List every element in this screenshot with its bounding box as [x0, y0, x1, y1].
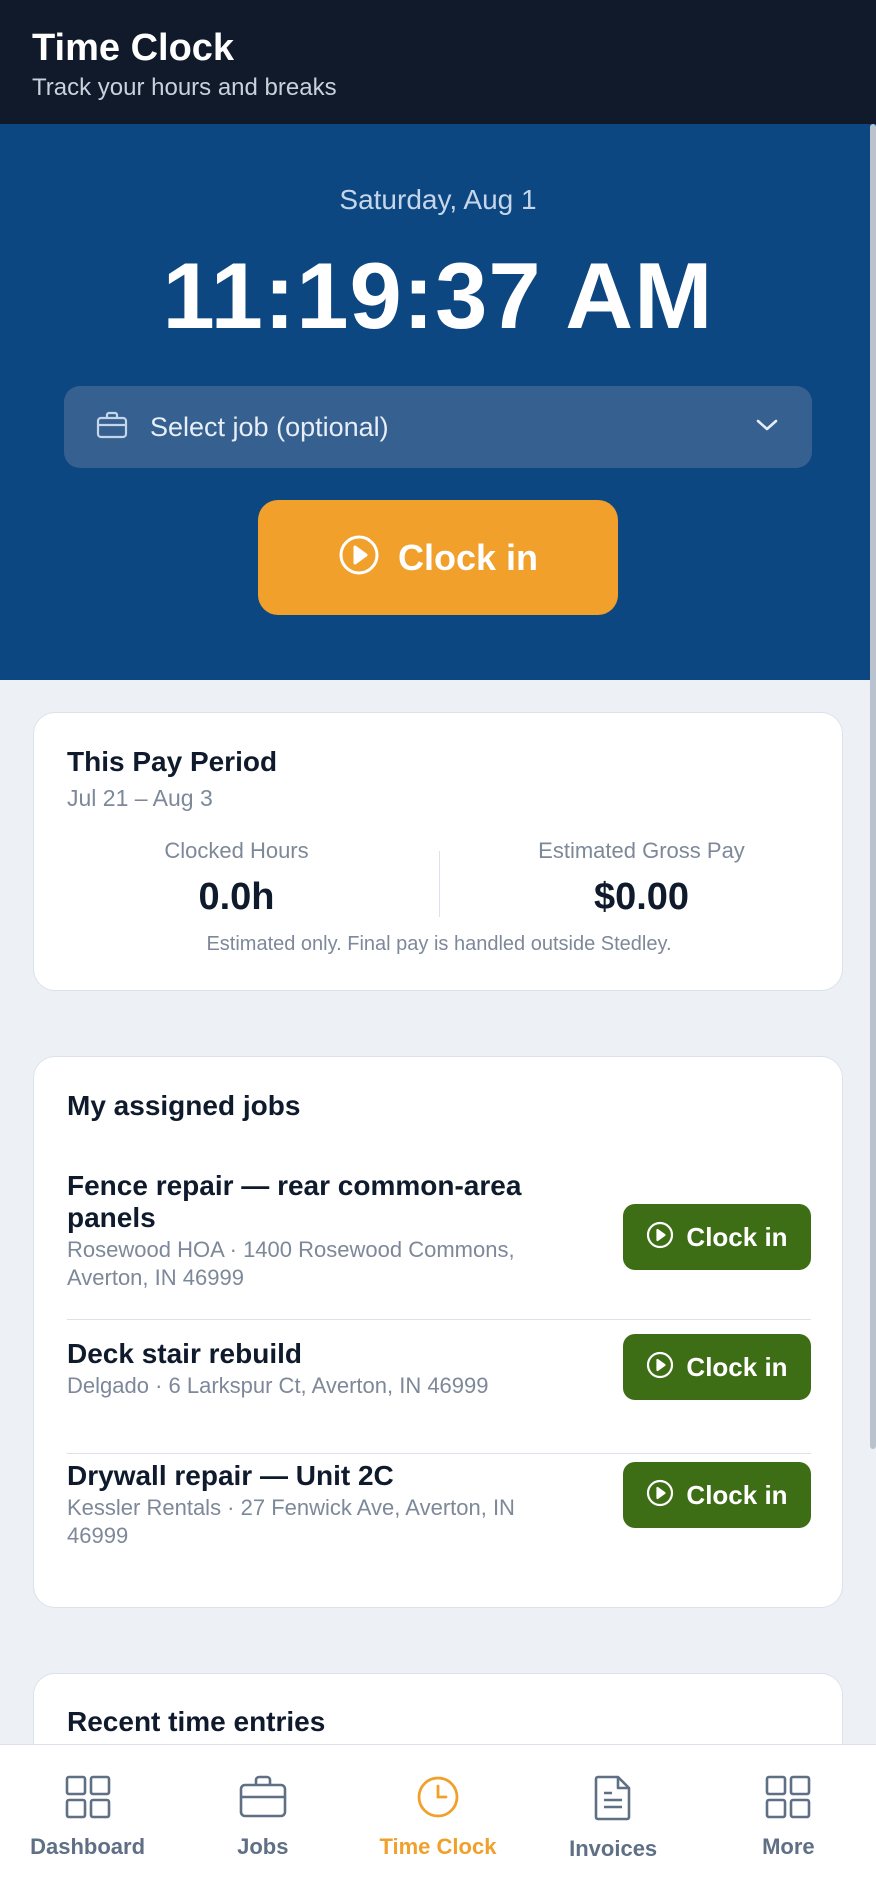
job-clock-in-button[interactable]: Clock in	[623, 1462, 811, 1528]
play-circle-icon	[646, 1479, 674, 1512]
nav-item-jobs[interactable]: Jobs	[175, 1745, 350, 1888]
current-date: Saturday, Aug 1	[339, 184, 537, 215]
job-title: Deck stair rebuild	[67, 1338, 302, 1369]
pay-period-title: This Pay Period	[67, 746, 278, 777]
pay-period-range: Jul 21 – Aug 3	[67, 785, 213, 811]
clock-in-button[interactable]: Clock in	[258, 500, 618, 615]
pay-disclaimer: Estimated only. Final pay is handled out…	[206, 933, 672, 955]
nav-item-more[interactable]: More	[701, 1745, 876, 1888]
job-title: Drywall repair — Unit 2C	[67, 1460, 394, 1491]
pay-stats: Clocked Hours 0.0h Estimated Gross Pay $…	[34, 837, 844, 923]
grid-icon	[765, 1775, 811, 1824]
job-clock-in-label: Clock in	[686, 1221, 788, 1252]
page-scrollbar[interactable]	[870, 124, 876, 1449]
grid-icon	[65, 1775, 111, 1824]
clock-icon	[416, 1775, 460, 1824]
app-header: Time Clock Track your hours and breaks	[0, 0, 876, 124]
play-circle-icon	[338, 534, 380, 581]
nav-item-invoices[interactable]: Invoices	[526, 1745, 701, 1888]
nav-label: Invoices	[569, 1836, 658, 1861]
clocked-hours-label: Clocked Hours	[164, 838, 309, 863]
chevron-down-icon	[754, 417, 780, 438]
page-subtitle: Track your hours and breaks	[32, 74, 337, 101]
assigned-jobs-title: My assigned jobs	[67, 1090, 301, 1121]
current-time: 11:19:37 AM	[162, 243, 714, 348]
play-circle-icon	[646, 1351, 674, 1384]
page-title: Time Clock	[32, 27, 235, 69]
nav-label: Jobs	[237, 1834, 289, 1859]
pay-period-card: This Pay Period Jul 21 – Aug 3 Clocked H…	[33, 712, 843, 991]
clocked-hours-stat: Clocked Hours 0.0h	[34, 837, 439, 923]
gross-pay-value: $0.00	[593, 876, 690, 918]
job-address: Kessler Rentals · 27 Fenwick Ave, Averto…	[67, 1495, 515, 1548]
job-row: Fence repair — rear common-area panels R…	[67, 1170, 811, 1320]
job-address: Delgado · 6 Larkspur Ct, Averton, IN 469…	[67, 1373, 489, 1398]
clock-in-label: Clock in	[397, 536, 539, 578]
job-clock-in-button[interactable]: Clock in	[623, 1204, 811, 1270]
briefcase-icon	[96, 411, 128, 444]
job-select-label: Select job (optional)	[150, 411, 389, 442]
briefcase-icon	[239, 1775, 287, 1824]
bottom-nav: Dashboard Jobs Time Clock Invoices More	[0, 1744, 876, 1888]
document-icon	[594, 1775, 632, 1826]
stat-divider	[439, 851, 440, 917]
nav-label: Time Clock	[379, 1834, 497, 1859]
recent-entries-title: Recent time entries	[67, 1706, 326, 1737]
job-row: Drywall repair — Unit 2C Kessler Rentals…	[67, 1460, 811, 1570]
job-clock-in-label: Clock in	[686, 1351, 788, 1382]
gross-pay-stat: Estimated Gross Pay $0.00	[439, 837, 844, 923]
nav-label: More	[762, 1834, 815, 1859]
job-row: Deck stair rebuild Delgado · 6 Larkspur …	[67, 1334, 811, 1454]
nav-item-dashboard[interactable]: Dashboard	[0, 1745, 175, 1888]
clocked-hours-value: 0.0h	[198, 876, 275, 918]
job-title: Fence repair — rear common-area panels	[67, 1170, 522, 1233]
job-clock-in-label: Clock in	[686, 1479, 788, 1510]
gross-pay-label: Estimated Gross Pay	[538, 838, 745, 863]
clock-hero: Saturday, Aug 1 11:19:37 AM Select job (…	[0, 124, 876, 680]
play-circle-icon	[646, 1221, 674, 1254]
nav-item-time-clock[interactable]: Time Clock	[350, 1745, 525, 1888]
job-clock-in-button[interactable]: Clock in	[623, 1334, 811, 1400]
nav-label: Dashboard	[30, 1834, 146, 1859]
job-select-dropdown[interactable]: Select job (optional)	[64, 386, 812, 468]
job-address: Rosewood HOA · 1400 Rosewood Commons, Av…	[67, 1237, 515, 1290]
assigned-jobs-card: My assigned jobs Fence repair — rear com…	[33, 1056, 843, 1608]
